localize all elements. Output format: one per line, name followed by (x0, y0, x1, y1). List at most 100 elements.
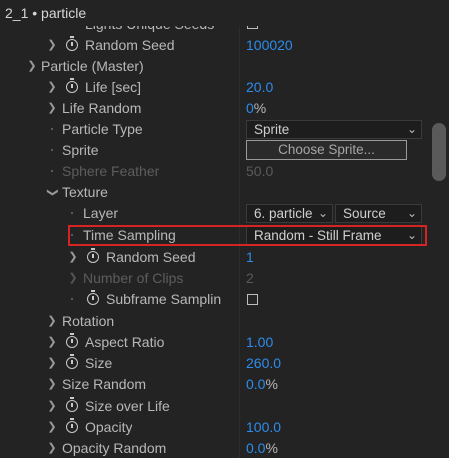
rotation-label: Rotation (62, 313, 115, 329)
layer-selected: 6. particle (254, 206, 313, 221)
layer-dropdown[interactable]: 6. particle ⌄ (246, 204, 333, 223)
choose-sprite-button[interactable]: Choose Sprite... (246, 140, 407, 160)
stopwatch-icon[interactable] (87, 290, 99, 305)
dot-marker (71, 234, 73, 236)
chevron-down-icon[interactable]: ❯ (26, 56, 38, 77)
size-value[interactable]: 260.0 (246, 353, 281, 374)
life-random-value[interactable]: 0% (246, 98, 266, 119)
size-random-unit: % (265, 376, 278, 392)
stopwatch-icon[interactable] (66, 397, 78, 412)
random-seed-label: Random Seed (106, 249, 196, 265)
life-label: Life [sec] (85, 79, 142, 95)
chevron-right-icon[interactable]: ❯ (46, 35, 58, 56)
random-seed-value[interactable]: 1 (246, 247, 254, 268)
size-random-label: Size Random (62, 376, 147, 392)
life-random-number[interactable]: 0 (246, 100, 254, 116)
row-aspect-ratio[interactable]: ❯ Aspect Ratio 1.00 (0, 332, 430, 353)
sphere-feather-value: 50.0 (246, 163, 274, 179)
row-size-over-life[interactable]: ❯ Size over Life (0, 396, 430, 417)
row-random-seed-texture[interactable]: ❯ Random Seed 1 (0, 247, 430, 268)
chevron-down-icon[interactable]: ❯ (42, 187, 63, 199)
dot-marker (71, 298, 73, 300)
scrollbar-thumb[interactable] (432, 123, 446, 181)
row-layer: Layer 6. particle ⌄ Source ⌄ (0, 203, 430, 224)
chevron-right-icon[interactable]: ❯ (46, 353, 58, 374)
chevron-right-icon[interactable]: ❯ (46, 311, 58, 332)
opacity-random-value[interactable]: 0.0% (246, 438, 278, 458)
row-sprite: Sprite Choose Sprite... (0, 140, 430, 161)
row-rotation[interactable]: ❯ Rotation (0, 311, 430, 332)
dot-marker (71, 212, 73, 214)
stopwatch-icon[interactable] (87, 248, 99, 263)
row-number-of-clips: ❯ Number of Clips 2 (0, 268, 430, 289)
aspect-ratio-value[interactable]: 1.00 (246, 332, 273, 353)
opacity-random-label: Opacity Random (62, 440, 167, 456)
sphere-feather-label: Sphere Feather (62, 163, 160, 179)
stopwatch-icon[interactable] (66, 418, 78, 433)
row-random-seed-top[interactable]: ❯ Random Seed 100020 (0, 35, 430, 56)
row-life-random[interactable]: ❯ Life Random 0% (0, 98, 430, 119)
layer-label: Layer (83, 205, 119, 221)
subframe-sampling-label: Subframe Samplin (106, 291, 222, 307)
row-opacity-random[interactable]: ❯ Opacity Random 0.0% (0, 438, 430, 458)
particle-type-dropdown[interactable]: Sprite ⌄ (246, 120, 422, 139)
stopwatch-icon[interactable] (66, 36, 78, 51)
dropdown-chevron-icon: ⌄ (406, 206, 417, 220)
dropdown-chevron-icon: ⌄ (317, 206, 328, 220)
size-label: Size (85, 355, 113, 371)
row-life[interactable]: ❯ Life [sec] 20.0 (0, 77, 430, 98)
stopwatch-icon[interactable] (66, 354, 78, 369)
life-random-label: Life Random (62, 100, 142, 116)
row-particle-type: Particle Type Sprite ⌄ (0, 119, 430, 140)
chevron-right-icon[interactable]: ❯ (46, 332, 58, 353)
number-of-clips-label: Number of Clips (83, 270, 184, 286)
layer-source-dropdown[interactable]: Source ⌄ (335, 204, 422, 223)
random-seed-label: Random Seed (85, 37, 175, 53)
dot-marker (51, 170, 53, 172)
chevron-right-icon[interactable]: ❯ (46, 417, 58, 438)
chevron-right-icon[interactable]: ❯ (46, 374, 58, 395)
time-sampling-selected: Random - Still Frame (254, 228, 382, 243)
dot-marker (51, 128, 53, 130)
chevron-right-icon[interactable]: ❯ (46, 438, 58, 458)
particle-master-label: Particle (Master) (41, 58, 144, 74)
time-sampling-label: Time Sampling (83, 227, 176, 243)
life-value[interactable]: 20.0 (246, 77, 273, 98)
particle-type-label: Particle Type (62, 121, 143, 137)
chevron-right-icon[interactable]: ❯ (67, 247, 79, 268)
subframe-sampling-checkbox[interactable] (247, 294, 258, 305)
row-subframe-sampling: Subframe Samplin (0, 289, 430, 310)
scrollbar-track[interactable] (430, 0, 449, 458)
stopwatch-icon[interactable] (66, 333, 78, 348)
row-opacity[interactable]: ❯ Opacity 100.0 (0, 417, 430, 438)
row-particle-master[interactable]: ❯ Particle (Master) (0, 56, 430, 77)
stopwatch-icon[interactable] (66, 78, 78, 93)
chevron-right-icon[interactable]: ❯ (46, 98, 58, 119)
chevron-right-icon: ❯ (68, 272, 78, 284)
size-random-number[interactable]: 0.0 (246, 376, 265, 392)
random-seed-value[interactable]: 100020 (246, 35, 293, 56)
size-over-life-label: Size over Life (85, 398, 170, 414)
row-sphere-feather: Sphere Feather 50.0 (0, 161, 430, 182)
chevron-right-icon[interactable]: ❯ (46, 396, 58, 417)
effect-controls-panel: Lights Unique Seeds ❯ Random Seed 100020… (0, 0, 430, 458)
opacity-random-number[interactable]: 0.0 (246, 440, 265, 456)
row-texture[interactable]: ❯ Texture (0, 182, 430, 203)
aspect-ratio-label: Aspect Ratio (85, 334, 165, 350)
dot-marker (51, 149, 53, 151)
dropdown-chevron-icon: ⌄ (406, 122, 417, 136)
life-random-unit: % (253, 100, 267, 116)
size-random-value[interactable]: 0.0% (246, 374, 278, 395)
chevron-right-icon[interactable]: ❯ (46, 77, 58, 98)
sprite-label: Sprite (62, 142, 99, 158)
opacity-random-unit: % (265, 440, 278, 456)
dropdown-chevron-icon: ⌄ (406, 228, 417, 242)
particle-type-selected: Sprite (254, 122, 290, 137)
opacity-label: Opacity (85, 419, 133, 435)
panel-title: 2_1 • particle (0, 0, 449, 26)
row-size-random[interactable]: ❯ Size Random 0.0% (0, 374, 430, 395)
row-size[interactable]: ❯ Size 260.0 (0, 353, 430, 374)
texture-label: Texture (62, 184, 108, 200)
time-sampling-dropdown[interactable]: Random - Still Frame ⌄ (246, 226, 422, 245)
opacity-value[interactable]: 100.0 (246, 417, 281, 438)
